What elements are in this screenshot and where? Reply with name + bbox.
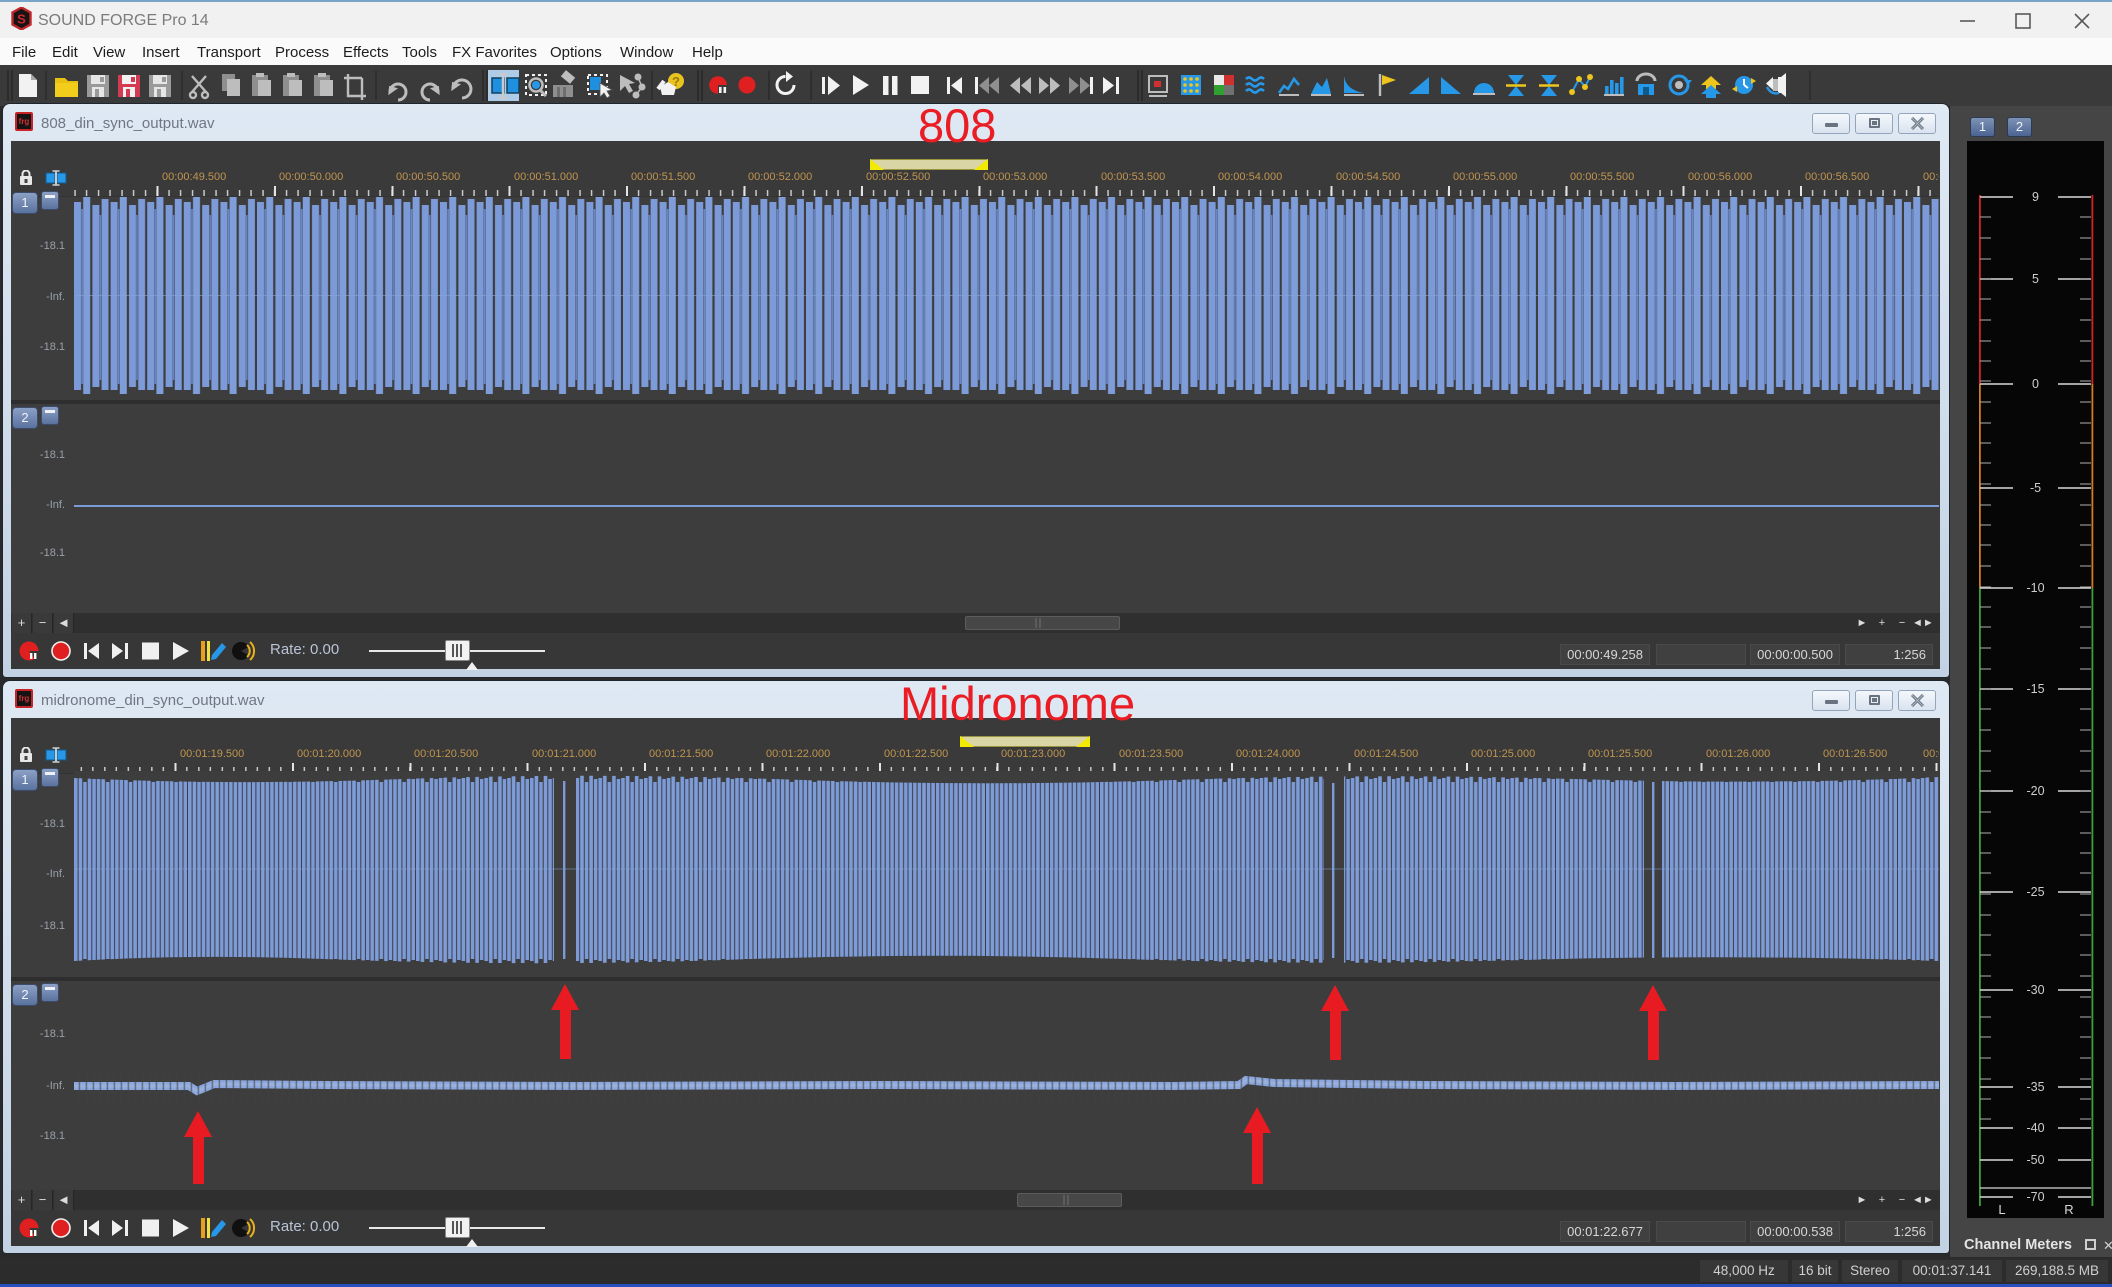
svg-text:9: 9 (2032, 190, 2039, 204)
svg-text:-10: -10 (2026, 581, 2044, 595)
svg-text:-25: -25 (2026, 885, 2044, 899)
svg-text:-30: -30 (2026, 983, 2044, 997)
svg-text:0: 0 (2032, 377, 2039, 391)
svg-text:-5: -5 (2030, 481, 2041, 495)
svg-text:5: 5 (2032, 272, 2039, 286)
svg-text:R: R (2064, 1202, 2073, 1217)
svg-text:-40: -40 (2026, 1121, 2044, 1135)
svg-text:-15: -15 (2026, 682, 2044, 696)
svg-text:-35: -35 (2026, 1080, 2044, 1094)
svg-text:-70: -70 (2026, 1190, 2044, 1204)
svg-text:-50: -50 (2026, 1153, 2044, 1167)
svg-text:L: L (1998, 1202, 2005, 1217)
svg-text:-20: -20 (2026, 784, 2044, 798)
svg-text:S: S (17, 12, 26, 27)
